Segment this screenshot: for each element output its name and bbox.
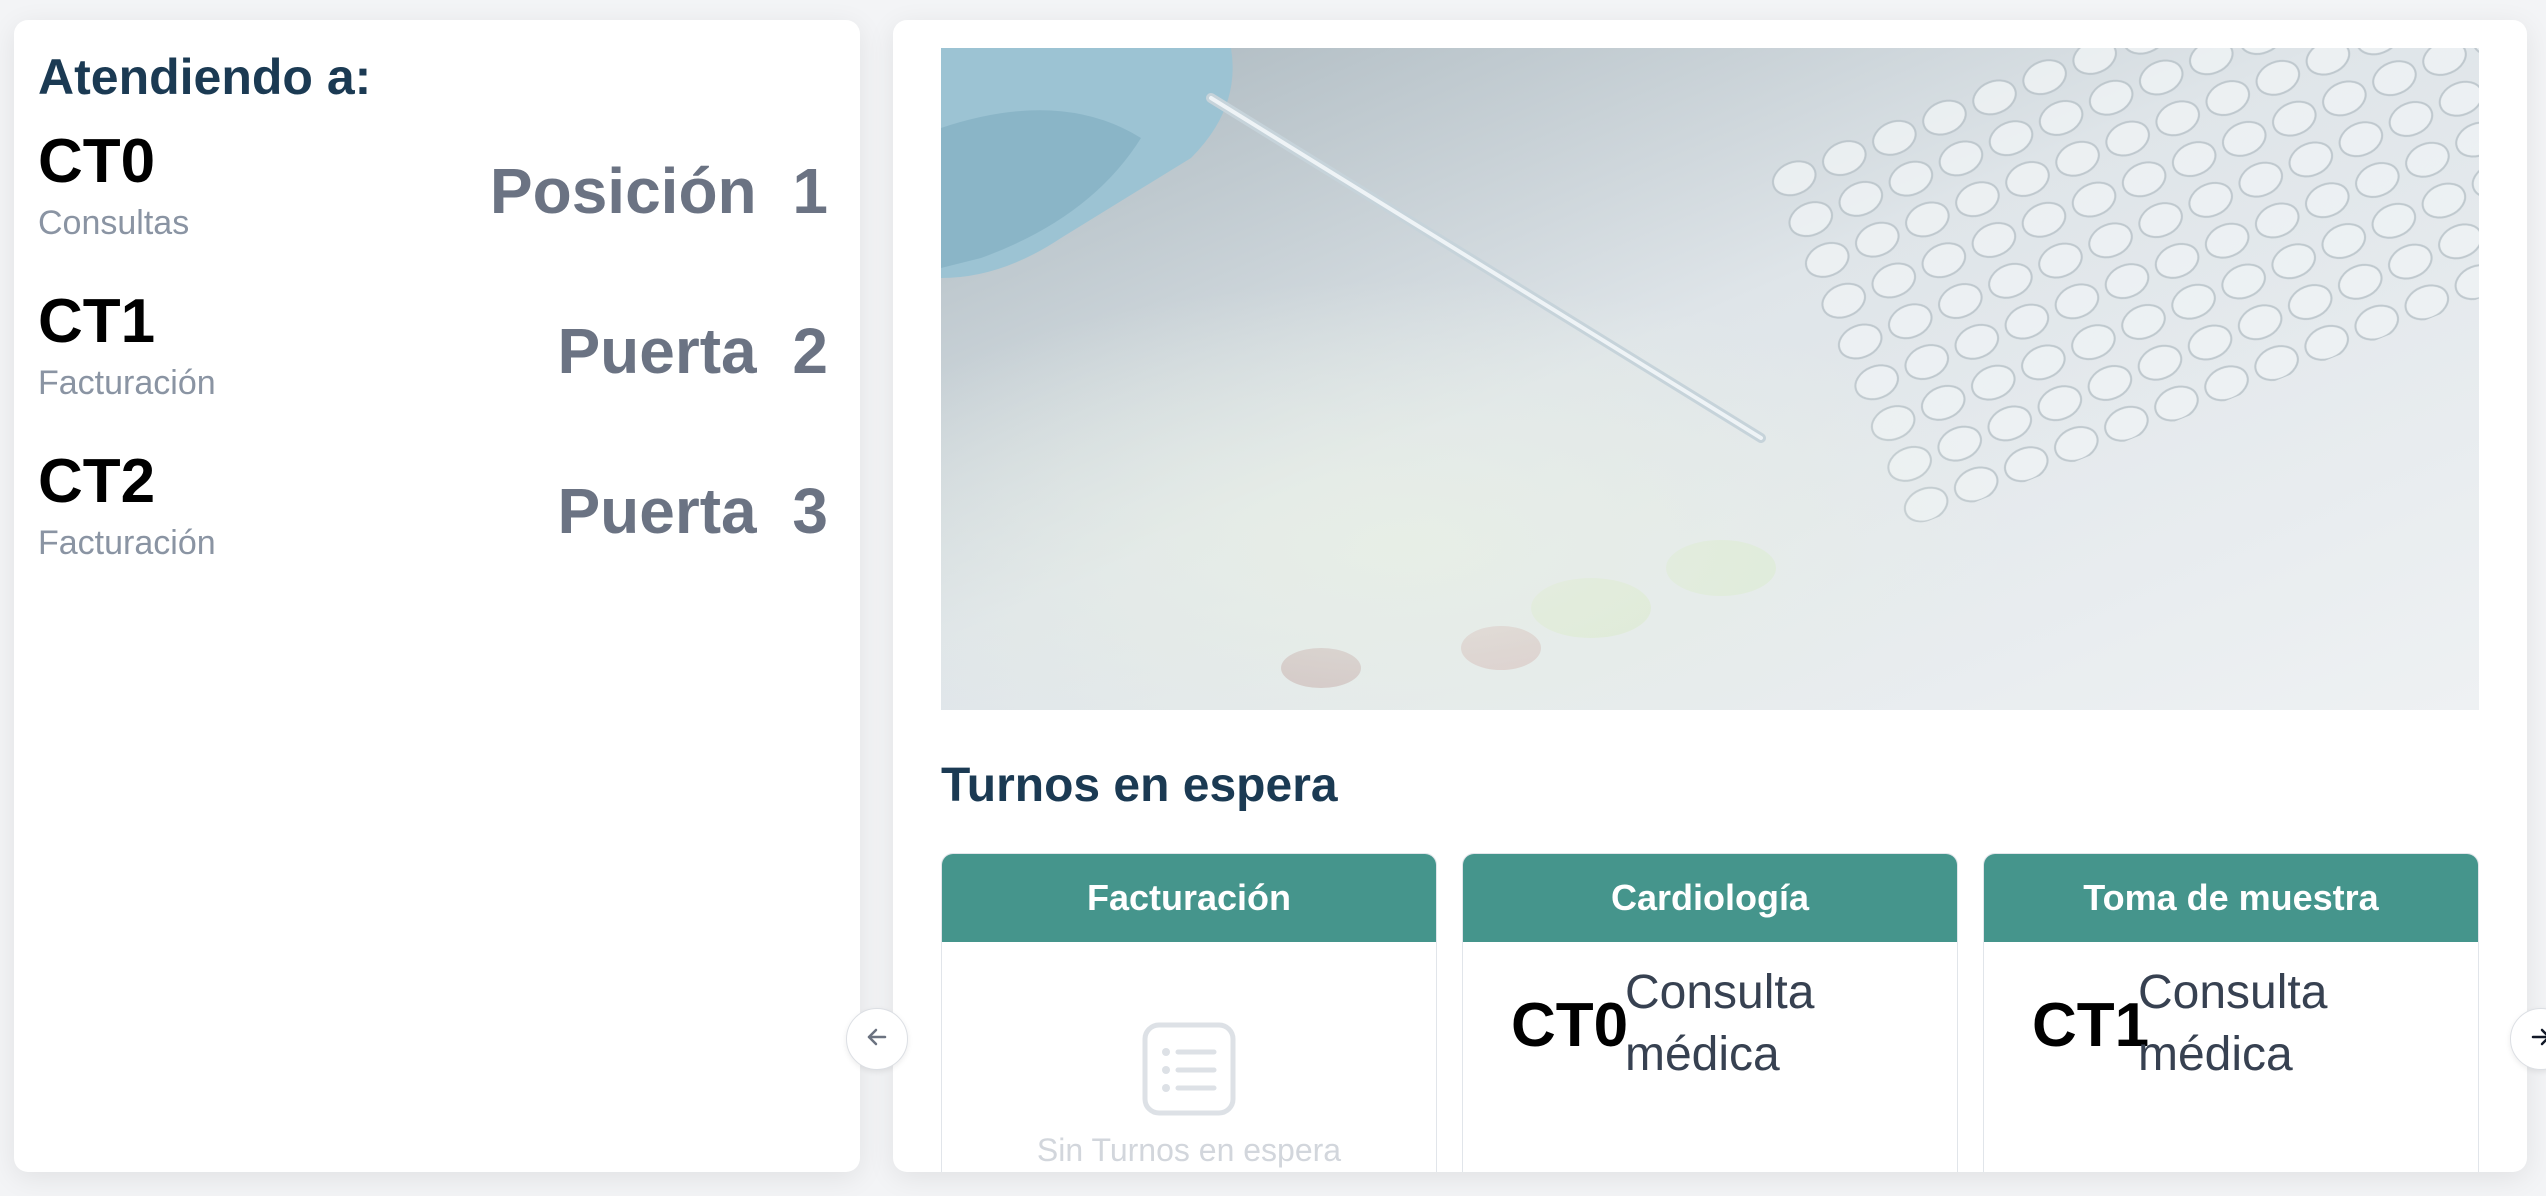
queue-ticket: CT1 xyxy=(2032,991,2150,1060)
serving-service: Facturación xyxy=(38,364,216,402)
queue-ticket: CT0 xyxy=(1511,991,1629,1060)
empty-queue-text: Sin Turnos en espera xyxy=(1036,1132,1342,1168)
laboratory-pipette-photo-icon xyxy=(941,48,2479,710)
serving-location: Puerta 3 xyxy=(557,475,828,547)
media-image xyxy=(941,48,2479,710)
serving-ticket: CT2 xyxy=(38,447,156,516)
serving-title: Atendiendo a: xyxy=(38,49,372,105)
serving-service: Consultas xyxy=(38,204,190,242)
queue-column-header: Toma de muestra xyxy=(1984,854,2478,942)
queue-column-facturacion: Facturación Sin Turnos en espera xyxy=(941,853,1437,1172)
serving-location: Posición 1 xyxy=(489,155,828,227)
serving-location: Puerta 2 xyxy=(557,315,828,387)
prev-button[interactable] xyxy=(846,1008,908,1070)
serving-service: Facturación xyxy=(38,524,216,562)
serving-row: CT0 Consultas Posición 1 xyxy=(38,126,828,246)
serving-ticket: CT0 xyxy=(38,127,156,196)
display-panel: Turnos en espera Facturación Sin Turnos … xyxy=(893,20,2527,1172)
arrow-right-icon xyxy=(2528,1024,2546,1055)
queue-service: Consulta médica xyxy=(2138,966,2328,1081)
queue-title: Turnos en espera xyxy=(941,759,1338,812)
queue-column-cardiologia: Cardiología CT0 Consulta médica xyxy=(1462,853,1958,1172)
serving-panel: Atendiendo a: CT0 Consultas Posición 1 C… xyxy=(14,20,860,1172)
list-icon xyxy=(1142,1022,1236,1121)
serving-row: CT1 Facturación Puerta 2 xyxy=(38,286,828,406)
serving-ticket: CT1 xyxy=(38,287,156,356)
queue-column-header: Facturación xyxy=(942,854,1436,942)
queue-service: Consulta médica xyxy=(1625,966,1815,1081)
queue-column-toma-de-muestra: Toma de muestra CT1 Consulta médica xyxy=(1983,853,2479,1172)
arrow-left-icon xyxy=(864,1024,890,1055)
queue-column-header: Cardiología xyxy=(1463,854,1957,942)
serving-row: CT2 Facturación Puerta 3 xyxy=(38,446,828,566)
